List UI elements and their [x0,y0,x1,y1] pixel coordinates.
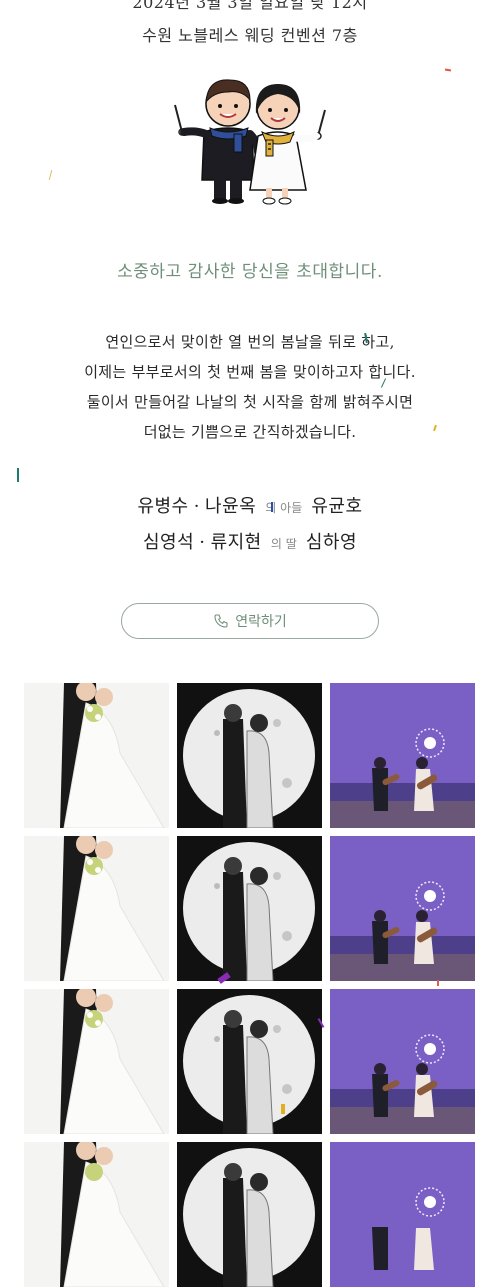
gallery-photo-couple-moon-monochrome[interactable] [177,683,322,828]
bride-mother-name: 류지현 [210,532,262,553]
message-line: 둘이서 만들어갈 나날의 첫 시작을 함께 밝혀주시면 [86,393,414,411]
photo-image [177,836,322,981]
bride-name: 심하영 [305,532,358,553]
confetti-piece [48,170,53,180]
photo-image [177,1142,322,1287]
couple-illustration [174,79,326,205]
gallery-photo-couple-moon-monochrome[interactable] [177,1142,322,1287]
invitation-headline: 소중하고 감사한 당신을 초대합니다. [117,262,383,282]
name-separator-dot: · [193,496,200,517]
contact-button-label: 연락하기 [235,614,287,630]
phone-icon [214,614,228,628]
confetti-piece [17,468,19,482]
message-line: 연인으로서 맞이한 열 번의 봄날을 뒤로 하고, [105,333,395,351]
confetti-piece [437,980,439,986]
gallery-photo-couple-moon-monochrome[interactable] [177,836,322,981]
gallery-photo-couple-white-studio[interactable] [24,989,169,1134]
name-separator-dot: · [199,532,206,553]
groom-mother-name: 나윤옥 [205,496,257,517]
photo-image [330,683,475,828]
wedding-date: 2024년 3월 3일 일요일 낮 12시 [132,0,368,12]
confetti-piece [281,1104,285,1114]
bride-father-name: 심영석 [142,532,195,553]
photo-image [24,989,169,1134]
wedding-venue: 수원 노블레스 웨딩 컨벤션 7층 [142,26,358,45]
photo-image [24,836,169,981]
photo-image [330,989,475,1134]
gallery-photo-couple-white-studio[interactable] [24,683,169,828]
message-line: 이제는 부부로서의 첫 번째 봄을 맞이하고자 합니다. [84,363,416,381]
confetti-piece [444,68,452,72]
photo-image [330,1142,475,1287]
gallery-photo-couple-guitar-fireworks[interactable] [330,683,475,828]
gallery-photo-couple-guitar-fireworks[interactable] [330,989,475,1134]
confetti-piece [271,502,273,512]
contact-button[interactable]: 연락하기 [121,603,379,639]
gallery-photo-couple-guitar-fireworks[interactable] [330,836,475,981]
photo-gallery [24,683,476,1287]
photo-image [24,1142,169,1287]
gallery-photo-couple-white-studio[interactable] [24,836,169,981]
photo-image [24,683,169,828]
gallery-photo-couple-guitar-fireworks[interactable] [330,1142,475,1287]
message-line: 더없는 기쁨으로 간직하겠습니다. [143,423,357,441]
groom-father-name: 유병수 [137,496,189,517]
groom-name: 유균호 [311,496,363,517]
photo-image [177,989,322,1134]
groom-parents: 유병수 · 나윤옥 의 아들 유균호 [0,492,500,518]
relation-daughter: 의 딸 [270,537,297,551]
gallery-photo-couple-moon-monochrome[interactable] [177,989,322,1134]
photo-image [330,836,475,981]
bride-parents: 심영석 · 류지현 의 딸 심하영 [0,528,500,554]
invitation-message: 연인으로서 맞이한 열 번의 봄날을 뒤로 하고, 이제는 부부로서의 첫 번째… [0,327,500,447]
gallery-photo-couple-white-studio[interactable] [24,1142,169,1287]
photo-image [177,683,322,828]
